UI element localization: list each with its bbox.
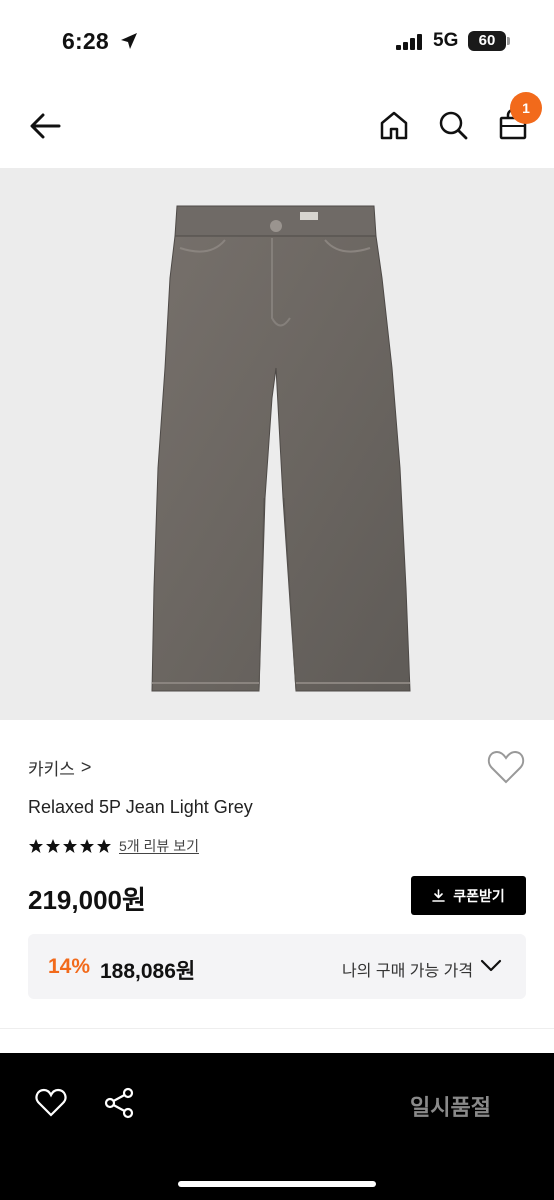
home-button[interactable] xyxy=(374,105,414,145)
jeans-illustration xyxy=(151,205,411,692)
product-price: 219,000원 xyxy=(28,885,146,915)
section-divider xyxy=(0,1028,554,1029)
battery-indicator: 60 xyxy=(468,31,506,51)
product-name: Relaxed 5P Jean Light Grey xyxy=(28,797,253,817)
wishlist-heart-button[interactable] xyxy=(486,748,526,786)
discount-rate: 14% xyxy=(48,955,91,978)
location-arrow-icon xyxy=(121,33,137,49)
status-time: 6:28 xyxy=(62,28,109,54)
my-price-label: 나의 구매 가능 가격 xyxy=(342,963,474,980)
home-icon xyxy=(380,111,408,140)
arrow-left-icon xyxy=(30,113,61,139)
product-image[interactable] xyxy=(0,168,554,720)
star-rating xyxy=(28,838,112,854)
share-icon[interactable] xyxy=(102,1086,136,1120)
home-indicator xyxy=(178,1181,376,1187)
sale-price: 188,086원 xyxy=(100,960,196,983)
search-icon xyxy=(439,111,468,140)
status-bar: 6:28 5G 60 xyxy=(0,0,554,84)
chevron-down-icon xyxy=(480,959,502,972)
search-button[interactable] xyxy=(433,105,473,145)
back-button[interactable] xyxy=(25,106,65,146)
network-label: 5G xyxy=(433,30,459,51)
star-icon xyxy=(97,839,111,853)
rating-row: 5개 리뷰 보기 xyxy=(28,836,199,856)
star-icon xyxy=(63,839,77,853)
star-icon xyxy=(46,839,60,853)
chevron-right-icon: > xyxy=(80,757,92,777)
download-icon xyxy=(432,889,446,902)
signal-icon xyxy=(396,34,422,50)
soldout-status: 일시품절 xyxy=(410,1095,491,1120)
brand-name: 카키스 xyxy=(28,760,75,779)
heart-icon[interactable] xyxy=(34,1086,68,1120)
coupon-download-button[interactable]: 쿠폰받기 xyxy=(411,876,526,915)
star-icon xyxy=(29,839,43,853)
app-header xyxy=(0,84,554,168)
star-icon xyxy=(80,839,94,853)
review-link[interactable]: 5개 리뷰 보기 xyxy=(119,836,199,856)
my-price-dropdown[interactable]: 14% 188,086원 나의 구매 가능 가격 xyxy=(28,934,526,999)
battery-cap xyxy=(507,37,510,45)
bottom-action-bar: 일시품절 xyxy=(0,1053,554,1200)
cart-count-badge: 1 xyxy=(510,92,542,124)
coupon-label: 쿠폰받기 xyxy=(453,887,505,904)
brand-link[interactable]: 카키스 > xyxy=(28,755,91,780)
